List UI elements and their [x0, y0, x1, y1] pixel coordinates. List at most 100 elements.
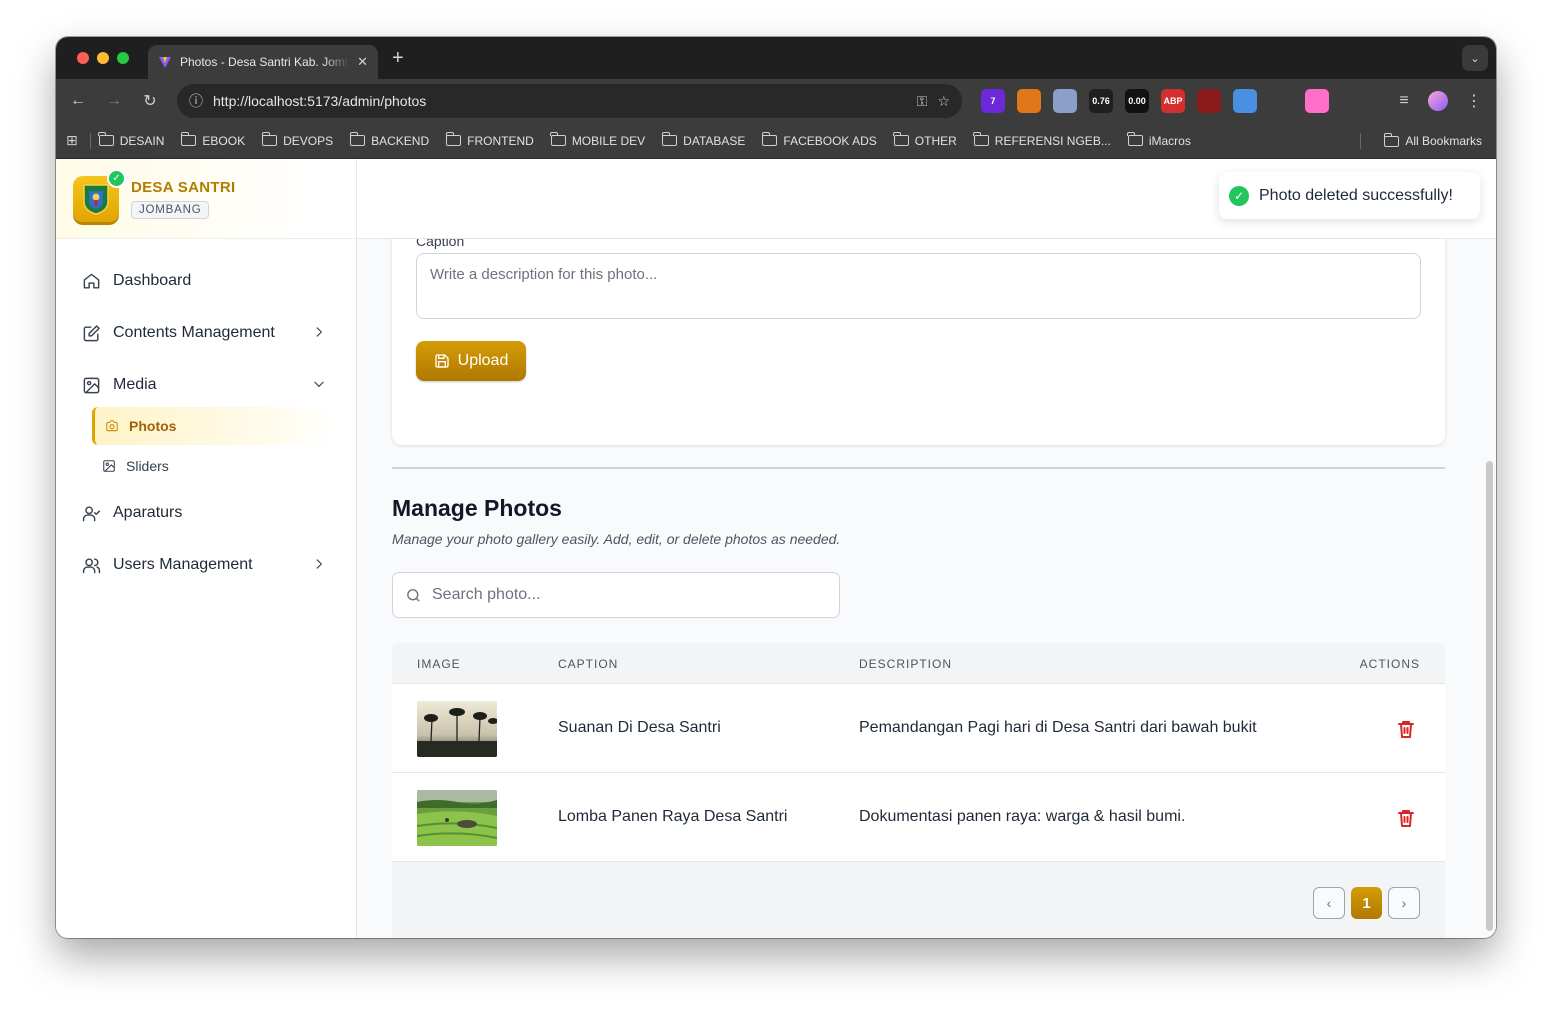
forward-arrow-icon[interactable]: →: [104, 91, 124, 111]
sidebar-item-aparaturs[interactable]: Aparaturs: [82, 487, 336, 539]
home-icon: [83, 273, 100, 289]
caption-textarea[interactable]: Write a description for this photo...: [416, 253, 1421, 319]
brand-name: DESA SANTRI: [131, 178, 236, 196]
photo-caption: Suanan Di Desa Santri: [558, 719, 721, 736]
bookmark-label: BACKEND: [371, 133, 430, 148]
column-header-description: DESCRIPTION: [859, 657, 953, 671]
sidebar-item-label: Dashboard: [113, 272, 192, 289]
sidebar-item-dashboard[interactable]: Dashboard: [82, 255, 336, 307]
sidebar-item-photos[interactable]: Photos: [92, 407, 336, 445]
column-header-image: IMAGE: [417, 657, 461, 671]
sidebar-item-users-management[interactable]: Users Management: [82, 539, 336, 591]
bookmark-folder[interactable]: DESAIN: [98, 132, 164, 148]
sidebar-item-label: Contents Management: [113, 324, 275, 341]
save-disk-icon: [434, 354, 449, 368]
bookmark-folder[interactable]: REFERENSI NGEB...: [973, 132, 1111, 148]
next-page-button[interactable]: ›: [1388, 887, 1420, 919]
colorzilla-extension-icon[interactable]: [1305, 89, 1329, 113]
cls-extension-icon[interactable]: 0.00: [1125, 89, 1149, 113]
bookmark-label: MOBILE DEV: [571, 133, 646, 148]
folder-icon: [973, 132, 989, 146]
close-window-button[interactable]: [77, 52, 89, 64]
vertical-scrollbar[interactable]: [1486, 461, 1493, 931]
bookmark-folder[interactable]: EBOOK: [181, 132, 245, 148]
bookmarks-separator: [1360, 133, 1361, 149]
all-bookmarks-button[interactable]: All Bookmarks: [1383, 123, 1482, 159]
bookmark-star-icon[interactable]: ☆: [937, 93, 950, 110]
site-info-icon[interactable]: ⓘ: [189, 91, 203, 111]
page-button-current[interactable]: 1: [1351, 887, 1382, 919]
reload-icon[interactable]: ↻: [140, 91, 160, 111]
sidebar-subitem-label: Photos: [129, 418, 177, 434]
table-header: IMAGE CAPTION DESCRIPTION ACTIONS: [392, 643, 1445, 684]
search-placeholder: Search photo...: [432, 586, 541, 603]
url-text[interactable]: http://localhost:5173/admin/photos: [213, 93, 907, 109]
new-tab-button[interactable]: +: [392, 46, 404, 70]
extension-badge-label: 0.76: [1092, 96, 1110, 106]
apps-grid-icon[interactable]: ⊞: [66, 132, 78, 149]
search-input[interactable]: Search photo...: [392, 572, 840, 618]
media-controls-icon[interactable]: ≡: [1394, 91, 1414, 111]
brand-header: ✓ DESA SANTRI JOMBANG: [56, 159, 356, 239]
bookmark-label: OTHER: [914, 133, 957, 148]
delete-trash-icon[interactable]: [1398, 809, 1414, 827]
previous-page-button[interactable]: ‹: [1313, 887, 1345, 919]
address-bar[interactable]: ⓘ http://localhost:5173/admin/photos ⚿ ☆: [177, 84, 962, 118]
upload-button-label: Upload: [457, 352, 509, 369]
edit-square-icon: [83, 324, 100, 341]
bookmark-folder[interactable]: MOBILE DEV: [550, 132, 646, 148]
ghost-extension-icon[interactable]: [1053, 89, 1077, 113]
profile-avatar[interactable]: [1428, 91, 1448, 111]
wappalyzer-extension-icon[interactable]: 7: [981, 89, 1005, 113]
browser-tab-active[interactable]: Photos - Desa Santri Kab. Jombang ✕: [148, 45, 378, 79]
ublock-extension-icon[interactable]: [1197, 89, 1221, 113]
extensions-row: 7 0.76 0.00 ABP: [981, 89, 1365, 113]
column-header-actions: ACTIONS: [1359, 657, 1420, 671]
back-arrow-icon[interactable]: ←: [68, 91, 88, 111]
folder-icon: [261, 132, 278, 146]
success-toast: ✓ Photo deleted successfully!: [1219, 172, 1480, 219]
sidebar-item-sliders[interactable]: Sliders: [92, 447, 336, 485]
maximize-window-button[interactable]: [117, 52, 129, 64]
bookmark-folder[interactable]: FRONTEND: [445, 132, 534, 148]
photo-thumbnail-rice-harvest[interactable]: [417, 790, 497, 846]
folder-icon: [661, 132, 678, 146]
chevron-down-icon: [312, 377, 326, 391]
photo-caption: Lomba Panen Raya Desa Santri: [558, 808, 788, 825]
sidebar-menu: Dashboard Contents Management Media Phot…: [56, 239, 356, 591]
bookmark-label: iMacros: [1148, 133, 1191, 148]
tab-close-icon[interactable]: ✕: [357, 54, 368, 70]
lcp-extension-icon[interactable]: 0.76: [1089, 89, 1113, 113]
bookmark-folder[interactable]: DATABASE: [661, 132, 745, 148]
vite-favicon-icon: [159, 57, 171, 68]
extensions-puzzle-icon[interactable]: [1341, 89, 1365, 113]
adblock-plus-extension-icon[interactable]: ABP: [1161, 89, 1185, 113]
bookmark-folder[interactable]: iMacros: [1127, 132, 1191, 148]
photo-thumbnail-morning-hills[interactable]: [417, 701, 497, 757]
tab-search-chevron-icon[interactable]: ⌄: [1462, 45, 1488, 71]
page-subtitle: Manage your photo gallery easily. Add, e…: [392, 531, 841, 547]
password-key-icon[interactable]: ⚿: [917, 93, 928, 110]
picture-icon: [103, 460, 115, 472]
bookmark-folder[interactable]: OTHER: [893, 132, 957, 148]
sidebar-item-label: Media: [113, 376, 157, 393]
upload-button[interactable]: Upload: [416, 341, 526, 381]
docs-extension-icon[interactable]: [1233, 89, 1257, 113]
delete-trash-icon[interactable]: [1398, 720, 1414, 738]
metamask-extension-icon[interactable]: [1017, 89, 1041, 113]
bookmark-folder[interactable]: FACEBOOK ADS: [762, 132, 877, 148]
sidebar-item-contents-management[interactable]: Contents Management: [82, 307, 336, 359]
sidebar-item-media[interactable]: Media: [82, 359, 336, 411]
screenshot-extension-icon[interactable]: [1269, 89, 1293, 113]
minimize-window-button[interactable]: [97, 52, 109, 64]
folder-icon: [1127, 132, 1143, 146]
all-bookmarks-label: All Bookmarks: [1405, 134, 1482, 148]
bookmark-label: FRONTEND: [467, 133, 534, 148]
folder-icon: [893, 132, 909, 146]
sidebar: ✓ DESA SANTRI JOMBANG Dashboard Contents…: [56, 159, 357, 938]
bookmark-folder[interactable]: DEVOPS: [261, 132, 333, 148]
jombang-crest-logo: ✓: [73, 168, 126, 222]
image-icon: [83, 377, 100, 393]
bookmark-folder[interactable]: BACKEND: [349, 132, 430, 148]
browser-menu-icon[interactable]: ⋮: [1464, 91, 1484, 111]
